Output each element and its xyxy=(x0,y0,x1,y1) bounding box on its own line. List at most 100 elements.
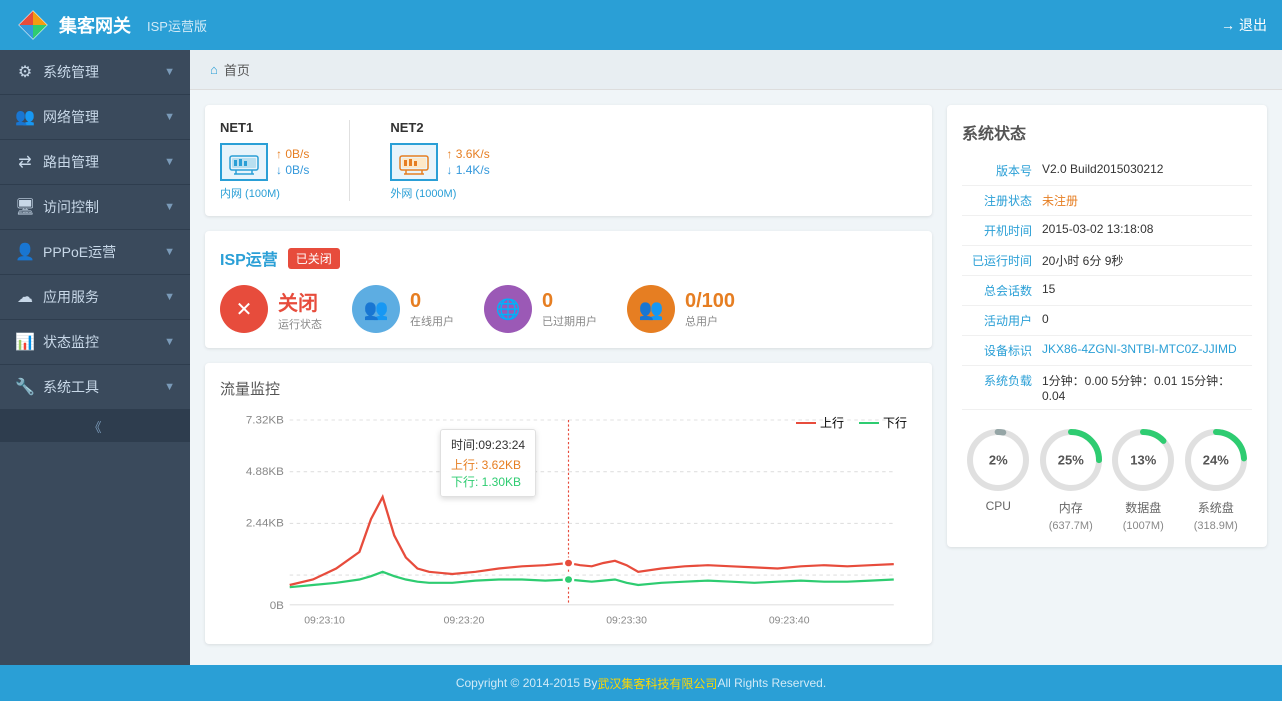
sidebar-item-network-mgmt[interactable]: 👥 网络管理 ▼ xyxy=(0,95,190,140)
routing-icon: ⇄ xyxy=(15,152,35,172)
memory-gauge-value: 25% xyxy=(1058,453,1084,468)
sidebar-label: 路由管理 xyxy=(43,152,156,172)
cloud-icon: ☁ xyxy=(15,287,35,307)
sidebar-item-access-control[interactable]: 🖥 访问控制 ▼ xyxy=(0,185,190,230)
sidebar-label: 系统管理 xyxy=(43,62,156,82)
sys-row-active: 活动用户 0 xyxy=(962,306,1252,336)
status-info: 关闭 运行状态 xyxy=(278,287,322,332)
sidebar-label: 访问控制 xyxy=(43,197,156,217)
data-disk-sublabel: (1007M) xyxy=(1123,520,1164,532)
sys-disk-label: 系统盘 xyxy=(1198,499,1234,516)
legend-up-label: 上行 xyxy=(820,414,844,431)
cpu-gauge-value: 2% xyxy=(989,453,1008,468)
app-header: 集客网关 ISP运营版 → 退出 xyxy=(0,0,1282,50)
net1-download: ↓ 0B/s xyxy=(276,163,309,177)
network-status-row: NET1 xyxy=(220,120,917,201)
logo-area: 集客网关 ISP运营版 xyxy=(15,7,207,43)
logout-button[interactable]: → 退出 xyxy=(1221,15,1267,35)
breadcrumb: ⌂ 首页 xyxy=(190,50,1282,90)
sidebar-label: 系统工具 xyxy=(43,377,156,397)
svg-text:7.32KB: 7.32KB xyxy=(246,415,284,427)
chart-card: 流量监控 7.32KB 4.88KB 2.44KB xyxy=(205,363,932,644)
reg-value: 未注册 xyxy=(1042,192,1078,209)
sidebar-item-app-service[interactable]: ☁ 应用服务 ▼ xyxy=(0,275,190,320)
gauge-cpu: 2% CPU xyxy=(963,425,1033,532)
expired-value: 0 xyxy=(542,290,597,313)
sidebar-item-pppoe-ops[interactable]: 👤 PPPoE运营 ▼ xyxy=(0,230,190,275)
sidebar-item-routing-mgmt[interactable]: ⇄ 路由管理 ▼ xyxy=(0,140,190,185)
sys-row-sessions: 总会话数 15 xyxy=(962,276,1252,306)
sidebar-item-status-monitor[interactable]: 📊 状态监控 ▼ xyxy=(0,320,190,365)
uptime-value: 20小时 6分 9秒 xyxy=(1042,252,1123,269)
net2-icon xyxy=(390,143,438,181)
isp-status-badge: 已关闭 xyxy=(288,248,340,269)
expired-label: 已过期用户 xyxy=(542,313,597,329)
net1-desc: 内网 (100M) xyxy=(220,185,309,201)
logout-icon: → xyxy=(1221,17,1235,33)
sidebar-item-system-tools[interactable]: 🔧 系统工具 ▼ xyxy=(0,365,190,410)
chart-legend: 上行 下行 xyxy=(796,414,907,431)
chevron-icon: ▼ xyxy=(164,291,175,303)
total-label: 总用户 xyxy=(685,313,735,329)
memory-label: 内存 xyxy=(1059,499,1083,516)
footer: Copyright © 2014-2015 By 武汉集客科技有限公司 All … xyxy=(0,665,1282,701)
footer-link[interactable]: 武汉集客科技有限公司 xyxy=(597,675,717,692)
logo-icon xyxy=(15,7,51,43)
net1-icon xyxy=(220,143,268,181)
sidebar-item-system-mgmt[interactable]: ⚙ 系统管理 ▼ xyxy=(0,50,190,95)
system-status-title: 系统状态 xyxy=(962,120,1252,144)
logout-label: 退出 xyxy=(1239,15,1267,35)
total-users-icon: 👥 xyxy=(627,285,675,333)
sidebar-label: 状态监控 xyxy=(43,332,156,352)
memory-gauge-canvas: 25% xyxy=(1036,425,1106,495)
boot-label: 开机时间 xyxy=(962,222,1042,239)
memory-sublabel: (637.7M) xyxy=(1049,520,1093,532)
svg-text:09:23:30: 09:23:30 xyxy=(606,616,647,627)
net2-title: NET2 xyxy=(390,120,489,135)
active-label: 活动用户 xyxy=(962,312,1042,329)
data-disk-gauge-value: 13% xyxy=(1130,453,1156,468)
isp-header: ISP运营 已关闭 xyxy=(220,246,917,270)
device-label: 设备标识 xyxy=(962,342,1042,359)
chevron-icon: ▼ xyxy=(164,246,175,258)
gauge-memory: 25% 内存 (637.7M) xyxy=(1036,425,1106,532)
sidebar-label: PPPoE运营 xyxy=(43,242,156,262)
isp-card: ISP运营 已关闭 ✕ 关闭 运行状态 👥 xyxy=(205,231,932,348)
wrench-icon: 🔧 xyxy=(15,377,35,397)
version-value: V2.0 Build2015030212 xyxy=(1042,162,1163,179)
left-panel: NET1 xyxy=(205,105,932,659)
content-area: NET1 xyxy=(190,90,1282,665)
expired-icon: 🌐 xyxy=(484,285,532,333)
net1-title: NET1 xyxy=(220,120,309,135)
total-info: 0/100 总用户 xyxy=(685,290,735,329)
sys-row-load: 系统负载 1分钟：0.00 5分钟：0.01 15分钟：0.04 xyxy=(962,366,1252,410)
net2-icon-row: ↑ 3.6K/s ↓ 1.4K/s xyxy=(390,143,489,181)
gear-icon: ⚙ xyxy=(15,62,35,82)
sessions-value: 15 xyxy=(1042,282,1055,299)
chevron-icon: ▼ xyxy=(164,111,175,123)
sys-row-reg: 注册状态 未注册 xyxy=(962,186,1252,216)
sys-disk-gauge-canvas: 24% xyxy=(1181,425,1251,495)
sidebar: ⚙ 系统管理 ▼ 👥 网络管理 ▼ ⇄ 路由管理 ▼ 🖥 访问控制 ▼ 👤 PP… xyxy=(0,50,190,665)
user-icon: 👤 xyxy=(15,242,35,262)
chevron-icon: ▼ xyxy=(164,336,175,348)
legend-up-line xyxy=(796,422,816,424)
isp-run-status: ✕ 关闭 运行状态 xyxy=(220,285,322,333)
total-value: 0/100 xyxy=(685,290,735,313)
legend-up: 上行 xyxy=(796,414,844,431)
net2-upload: ↑ 3.6K/s xyxy=(446,147,489,161)
gauge-sys-disk: 24% 系统盘 (318.9M) xyxy=(1181,425,1251,532)
net1-speeds: ↑ 0B/s ↓ 0B/s xyxy=(276,147,309,177)
legend-down-line xyxy=(859,422,879,424)
app-name: 集客网关 xyxy=(59,12,131,38)
main-content: ⌂ 首页 NET1 xyxy=(190,50,1282,665)
chevron-icon: ▼ xyxy=(164,156,175,168)
breadcrumb-home-label: 首页 xyxy=(224,60,250,79)
chevron-icon: ▼ xyxy=(164,381,175,393)
sys-disk-sublabel: (318.9M) xyxy=(1194,520,1238,532)
sidebar-collapse-button[interactable]: 《 xyxy=(0,410,190,442)
sys-row-version: 版本号 V2.0 Build2015030212 xyxy=(962,156,1252,186)
expired-info: 0 已过期用户 xyxy=(542,290,597,329)
chart-title: 流量监控 xyxy=(220,378,917,399)
online-label: 在线用户 xyxy=(410,313,454,329)
